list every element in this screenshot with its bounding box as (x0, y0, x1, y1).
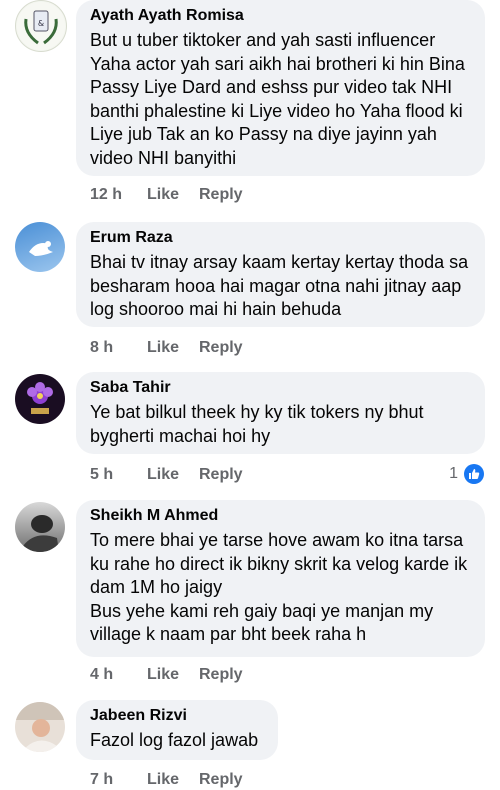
comment-time[interactable]: 7 h (90, 771, 147, 789)
avatar[interactable] (15, 702, 65, 752)
comment-bubble: Ayath Ayath Romisa But u tuber tiktoker … (76, 0, 485, 176)
comment-author[interactable]: Ayath Ayath Romisa (90, 6, 471, 26)
reaction-count-number: 1 (449, 465, 458, 482)
comment-text: To mere bhai ye tarse hove awam ko itna … (90, 530, 468, 644)
comment-time[interactable]: 5 h (90, 466, 147, 484)
comment-time[interactable]: 8 h (90, 339, 147, 357)
comment-actions: 4 h Like Reply (90, 666, 243, 684)
comment-bubble: Sheikh M Ahmed To mere bhai ye tarse hov… (76, 500, 485, 657)
avatar[interactable] (15, 502, 65, 552)
avatar[interactable]: & (15, 0, 67, 52)
comment-actions: 5 h Like Reply (90, 466, 243, 484)
reply-button[interactable]: Reply (199, 771, 243, 789)
comment-bubble: Jabeen Rizvi Fazol log fazol jawab (76, 700, 278, 760)
comment-bubble: Erum Raza Bhai tv itnay arsay kaam kerta… (76, 222, 485, 327)
avatar[interactable] (15, 222, 65, 272)
like-button[interactable]: Like (147, 771, 199, 789)
like-button[interactable]: Like (147, 339, 199, 357)
comment-actions: 12 h Like Reply (90, 186, 243, 204)
reply-button[interactable]: Reply (199, 666, 243, 684)
reaction-count[interactable]: 1 (449, 464, 484, 484)
comment-text: But u tuber tiktoker and yah sasti influ… (90, 30, 465, 168)
like-button[interactable]: Like (147, 186, 199, 204)
comment-actions: 7 h Like Reply (90, 771, 243, 789)
reply-button[interactable]: Reply (199, 186, 243, 204)
comment-text: Bhai tv itnay arsay kaam kertay kertay t… (90, 252, 469, 319)
reply-button[interactable]: Reply (199, 466, 243, 484)
emblem-icon: & (17, 2, 65, 50)
comment-text: Ye bat bilkul theek hy ky tik tokers ny … (90, 402, 424, 446)
comment-time[interactable]: 4 h (90, 666, 147, 684)
person-photo-icon (21, 515, 59, 552)
like-button[interactable]: Like (147, 666, 199, 684)
flower-icon (27, 382, 53, 414)
reply-button[interactable]: Reply (199, 339, 243, 357)
dove-icon (29, 241, 53, 256)
avatar[interactable] (15, 374, 65, 424)
like-reaction-icon (464, 464, 484, 484)
comment-author[interactable]: Sheikh M Ahmed (90, 506, 471, 526)
comment-bubble: Saba Tahir Ye bat bilkul theek hy ky tik… (76, 372, 485, 454)
comment-text: Fazol log fazol jawab (90, 730, 259, 750)
comment-actions: 8 h Like Reply (90, 339, 243, 357)
svg-text:&: & (38, 19, 44, 28)
like-button[interactable]: Like (147, 466, 199, 484)
comment-time[interactable]: 12 h (90, 186, 147, 204)
comment-author[interactable]: Erum Raza (90, 228, 471, 248)
comment-author[interactable]: Jabeen Rizvi (90, 706, 264, 726)
comment-author[interactable]: Saba Tahir (90, 378, 471, 398)
person-photo-icon (15, 702, 65, 752)
